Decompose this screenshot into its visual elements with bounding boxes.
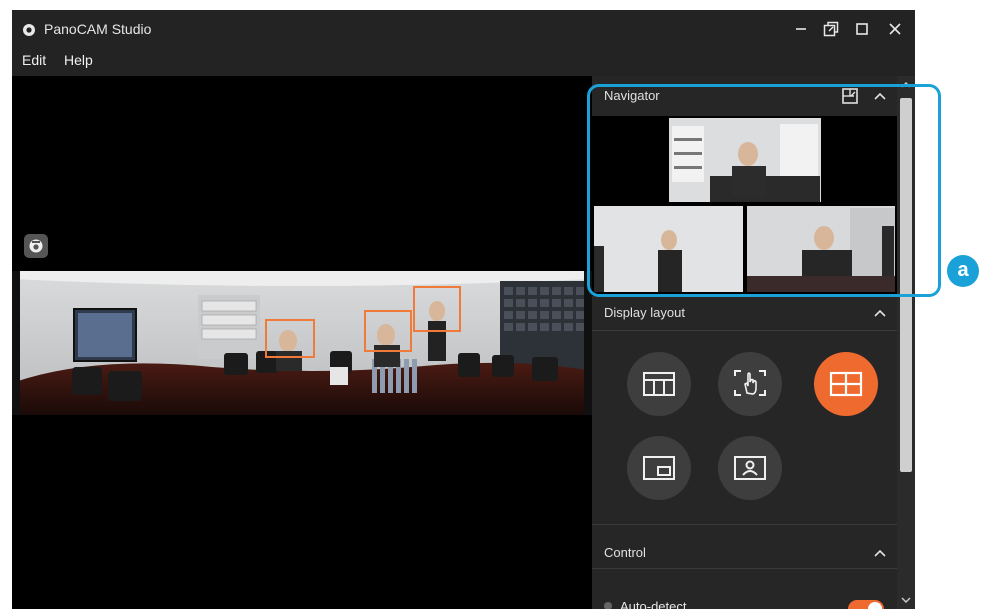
auto-detect-toggle[interactable] [848,600,884,609]
camera-dome-icon [29,239,43,253]
panorama-image [12,271,592,415]
minimize-button[interactable] [787,16,815,42]
callout-highlight [587,84,941,297]
speaker-layout-button[interactable] [718,436,782,500]
panorama-layout-icon [643,372,675,396]
compact-mode-button[interactable] [817,16,845,42]
control-title: Control [604,545,646,560]
menu-help[interactable]: Help [64,52,93,68]
control-header[interactable]: Control [592,538,897,568]
chevron-up-icon[interactable] [873,546,887,560]
toggle-knob [868,602,882,609]
grid-layout-icon [829,371,863,397]
scroll-down-icon[interactable] [901,595,911,605]
divider [592,524,897,525]
close-button[interactable] [881,16,909,42]
display-layout-title: Display layout [604,305,685,320]
chevron-up-icon[interactable] [873,306,887,320]
speaker-layout-icon [734,456,766,480]
restore-icon [823,21,839,37]
manual-select-button[interactable] [718,352,782,416]
info-icon [604,602,612,609]
grid-layout-button[interactable] [814,352,878,416]
minimize-icon [796,28,806,30]
picture-in-picture-icon [643,456,675,480]
maximize-button[interactable] [848,16,876,42]
dewarp-view-button[interactable] [24,234,48,258]
app-logo-icon [23,24,35,36]
picture-in-picture-button[interactable] [627,436,691,500]
display-layout-header[interactable]: Display layout [592,298,897,328]
auto-detect-label: Auto-detect [620,599,687,609]
close-icon [889,23,901,35]
panorama-layout-button[interactable] [627,352,691,416]
panorama-feed[interactable] [12,271,592,415]
app-title: PanoCAM Studio [44,21,152,37]
divider [592,568,897,569]
menu-bar: Edit Help [12,50,915,76]
maximize-icon [856,23,868,35]
main-video-view[interactable] [12,76,592,609]
menu-edit[interactable]: Edit [22,52,46,68]
divider [592,330,897,331]
callout-label: a [947,255,979,287]
title-bar: PanoCAM Studio [12,10,915,50]
manual-select-icon [734,370,766,396]
